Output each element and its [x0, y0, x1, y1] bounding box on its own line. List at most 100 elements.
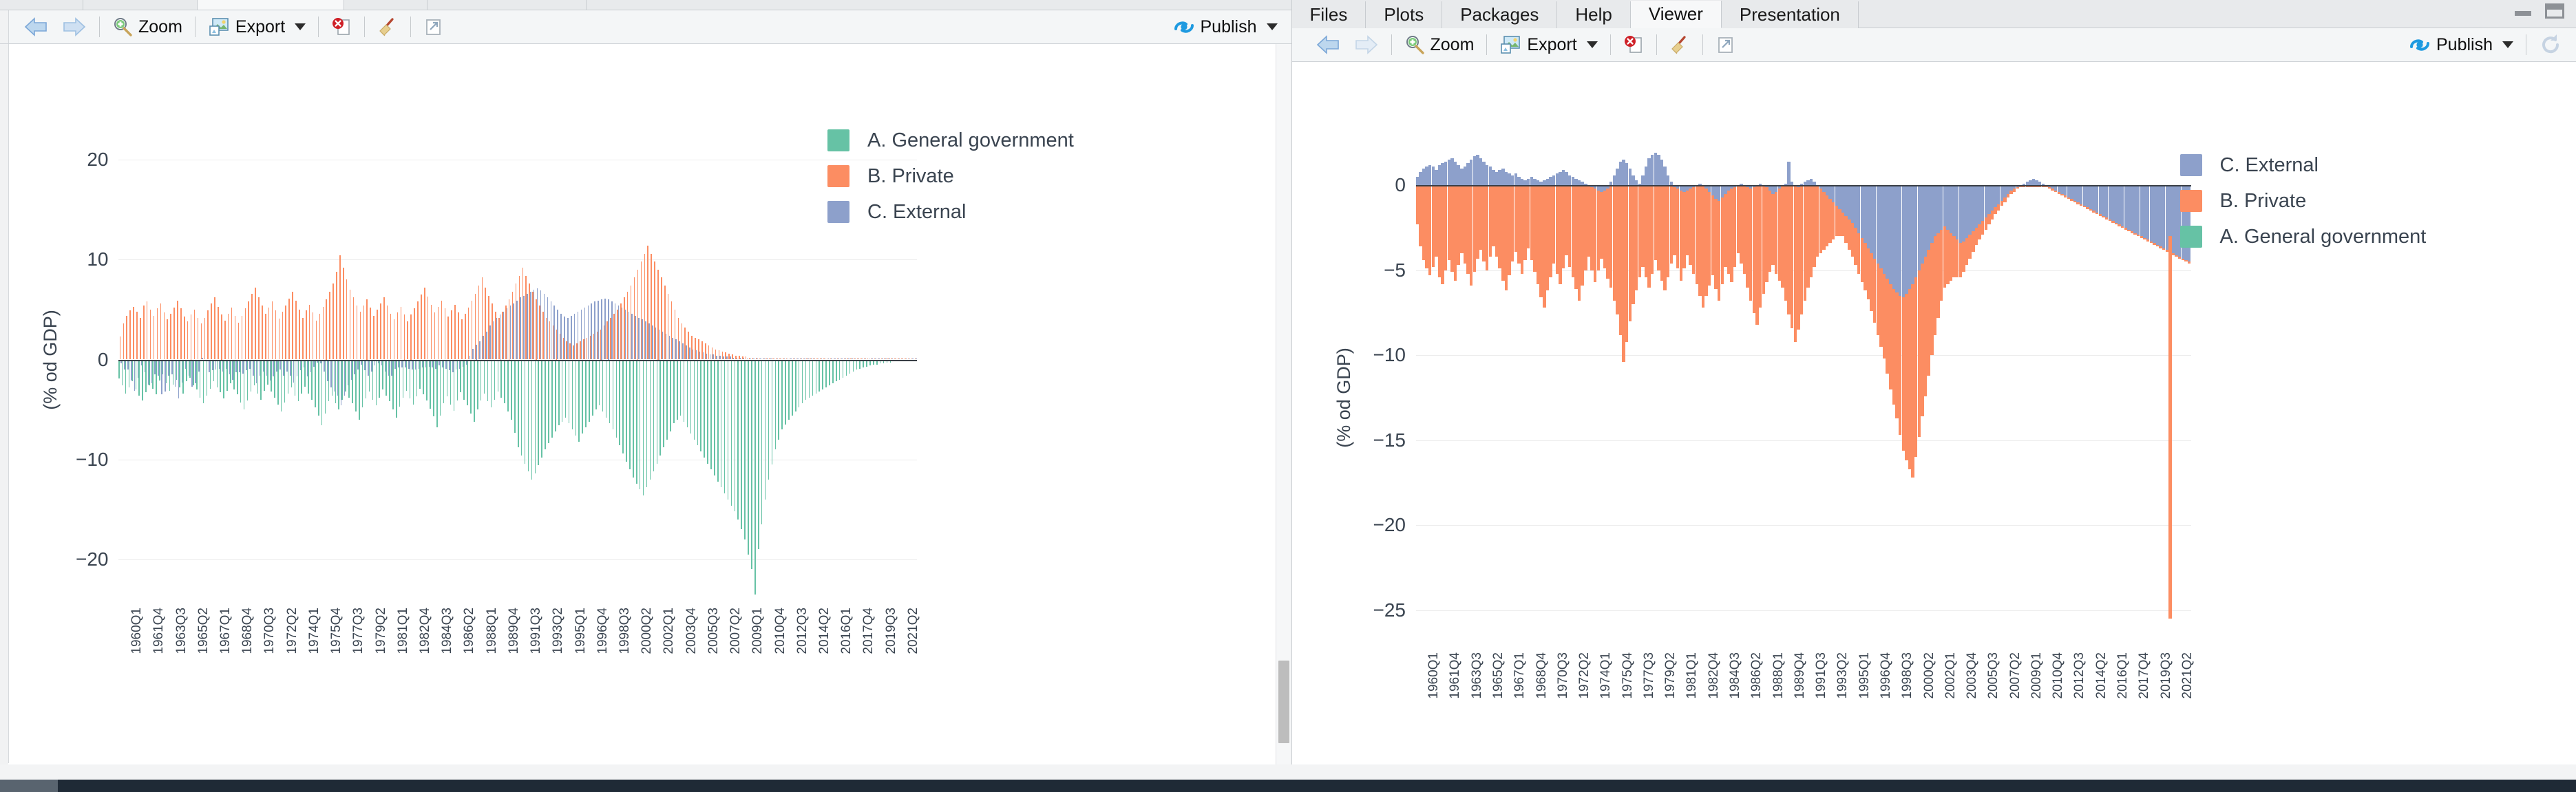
- x-axis-tick-label: 2007Q2: [2008, 652, 2023, 699]
- bar: [498, 360, 499, 392]
- remove-plot-button[interactable]: [1616, 31, 1651, 58]
- bar: [545, 360, 546, 450]
- bar: [458, 312, 459, 359]
- toolbar-separator: [1656, 34, 1657, 55]
- chevron-down-icon[interactable]: [295, 23, 306, 30]
- clear-all-broom-icon: [377, 17, 398, 37]
- tab-presentation-label: Presentation: [1740, 4, 1840, 25]
- bar: [423, 360, 424, 395]
- left-cutoff-tab-4[interactable]: [344, 0, 427, 10]
- bar: [391, 360, 392, 376]
- bar: [518, 360, 519, 448]
- bar: [528, 360, 529, 472]
- bar: [277, 360, 279, 405]
- x-axis-tick-label: 2010Q4: [773, 608, 788, 654]
- bar: [242, 360, 244, 374]
- popout-button[interactable]: [416, 13, 451, 41]
- left-pane-scroll-thumb[interactable]: [1278, 661, 1289, 743]
- bar: [283, 360, 284, 376]
- left-cutoff-tabs: [0, 0, 587, 10]
- bar: [626, 360, 627, 462]
- bar: [417, 301, 419, 359]
- publish-button[interactable]: Publish: [1166, 13, 1285, 41]
- bar: [223, 360, 224, 399]
- bar: [700, 360, 701, 452]
- chevron-down-icon[interactable]: [2502, 41, 2513, 48]
- bar: [251, 294, 253, 360]
- chevron-down-icon[interactable]: [1587, 41, 1598, 48]
- tab-packages[interactable]: Packages: [1442, 1, 1557, 28]
- bar: [825, 360, 827, 388]
- forward-button[interactable]: [55, 13, 94, 41]
- back-button[interactable]: [1309, 31, 1347, 58]
- bar: [273, 360, 274, 377]
- tab-viewer[interactable]: Viewer: [1631, 1, 1722, 28]
- bar: [152, 360, 154, 389]
- tab-help[interactable]: Help: [1557, 1, 1630, 28]
- bar: [832, 360, 834, 384]
- x-axis-tick-label: 1963Q3: [1470, 652, 1485, 699]
- export-button[interactable]: Export: [201, 13, 313, 41]
- minimize-icon[interactable]: [2511, 3, 2535, 21]
- tab-files[interactable]: Files: [1292, 1, 1366, 28]
- bar: [332, 360, 333, 396]
- zoom-button[interactable]: Zoom: [105, 13, 189, 41]
- bar: [401, 307, 402, 360]
- clear-all-button[interactable]: [370, 13, 405, 41]
- popout-button[interactable]: [1709, 31, 1743, 58]
- bar: [198, 318, 199, 360]
- bar: [521, 360, 522, 456]
- x-axis-tick-label: 1984Q3: [440, 608, 455, 654]
- bar: [565, 360, 567, 418]
- tab-plots[interactable]: Plots: [1366, 1, 1442, 28]
- x-axis-tick-label: 1974Q1: [307, 608, 322, 654]
- y-axis-tick-label: −10: [76, 449, 109, 471]
- bar: [653, 360, 655, 472]
- bar: [516, 301, 518, 360]
- bar: [659, 330, 660, 360]
- bar: [606, 360, 607, 418]
- right-plot-area: (% od GDP)0−5−10−15−20−251960Q11961Q4196…: [1292, 62, 2576, 792]
- export-image-icon: [1499, 34, 1521, 55]
- bar: [696, 350, 697, 359]
- back-button[interactable]: [17, 13, 55, 41]
- bar: [599, 360, 600, 406]
- forward-button[interactable]: [1347, 31, 1386, 58]
- legend-label: B. Private: [867, 165, 954, 188]
- bar: [123, 323, 125, 359]
- bar: [737, 360, 739, 520]
- maximize-icon[interactable]: [2543, 3, 2566, 21]
- export-button[interactable]: Export: [1492, 31, 1604, 58]
- publish-button[interactable]: Publish: [2402, 31, 2520, 58]
- legend-label: A. General government: [2220, 226, 2427, 248]
- bar: [281, 360, 282, 412]
- left-cutoff-tab-5[interactable]: [427, 0, 587, 10]
- chevron-down-icon[interactable]: [1267, 23, 1278, 30]
- x-axis-tick-label: 2002Q1: [1943, 652, 1959, 699]
- bar: [354, 360, 355, 375]
- remove-plot-button[interactable]: [324, 13, 359, 41]
- bar: [694, 360, 695, 440]
- y-axis-label: (% od GDP): [40, 310, 61, 410]
- left-cutoff-tab-1[interactable]: [0, 0, 83, 10]
- bar: [472, 349, 474, 360]
- bar: [721, 360, 722, 488]
- left-cutoff-tab-3[interactable]: [198, 0, 344, 10]
- refresh-button[interactable]: [2532, 31, 2569, 58]
- bar: [602, 360, 604, 412]
- bar: [301, 360, 302, 394]
- bar: [447, 360, 448, 397]
- left-pane-vscrollbar[interactable]: [1276, 44, 1291, 792]
- bar: [836, 360, 837, 382]
- bar: [352, 360, 353, 404]
- clear-all-button[interactable]: [1662, 31, 1697, 58]
- x-axis-tick-label: 2003Q4: [684, 608, 699, 654]
- zoom-button[interactable]: Zoom: [1397, 31, 1481, 58]
- left-cutoff-tab-2[interactable]: [83, 0, 198, 10]
- bar: [849, 360, 851, 374]
- bar: [380, 303, 381, 359]
- bar: [385, 360, 386, 372]
- tab-presentation[interactable]: Presentation: [1722, 1, 1859, 28]
- bar: [535, 360, 536, 474]
- bar: [203, 360, 204, 404]
